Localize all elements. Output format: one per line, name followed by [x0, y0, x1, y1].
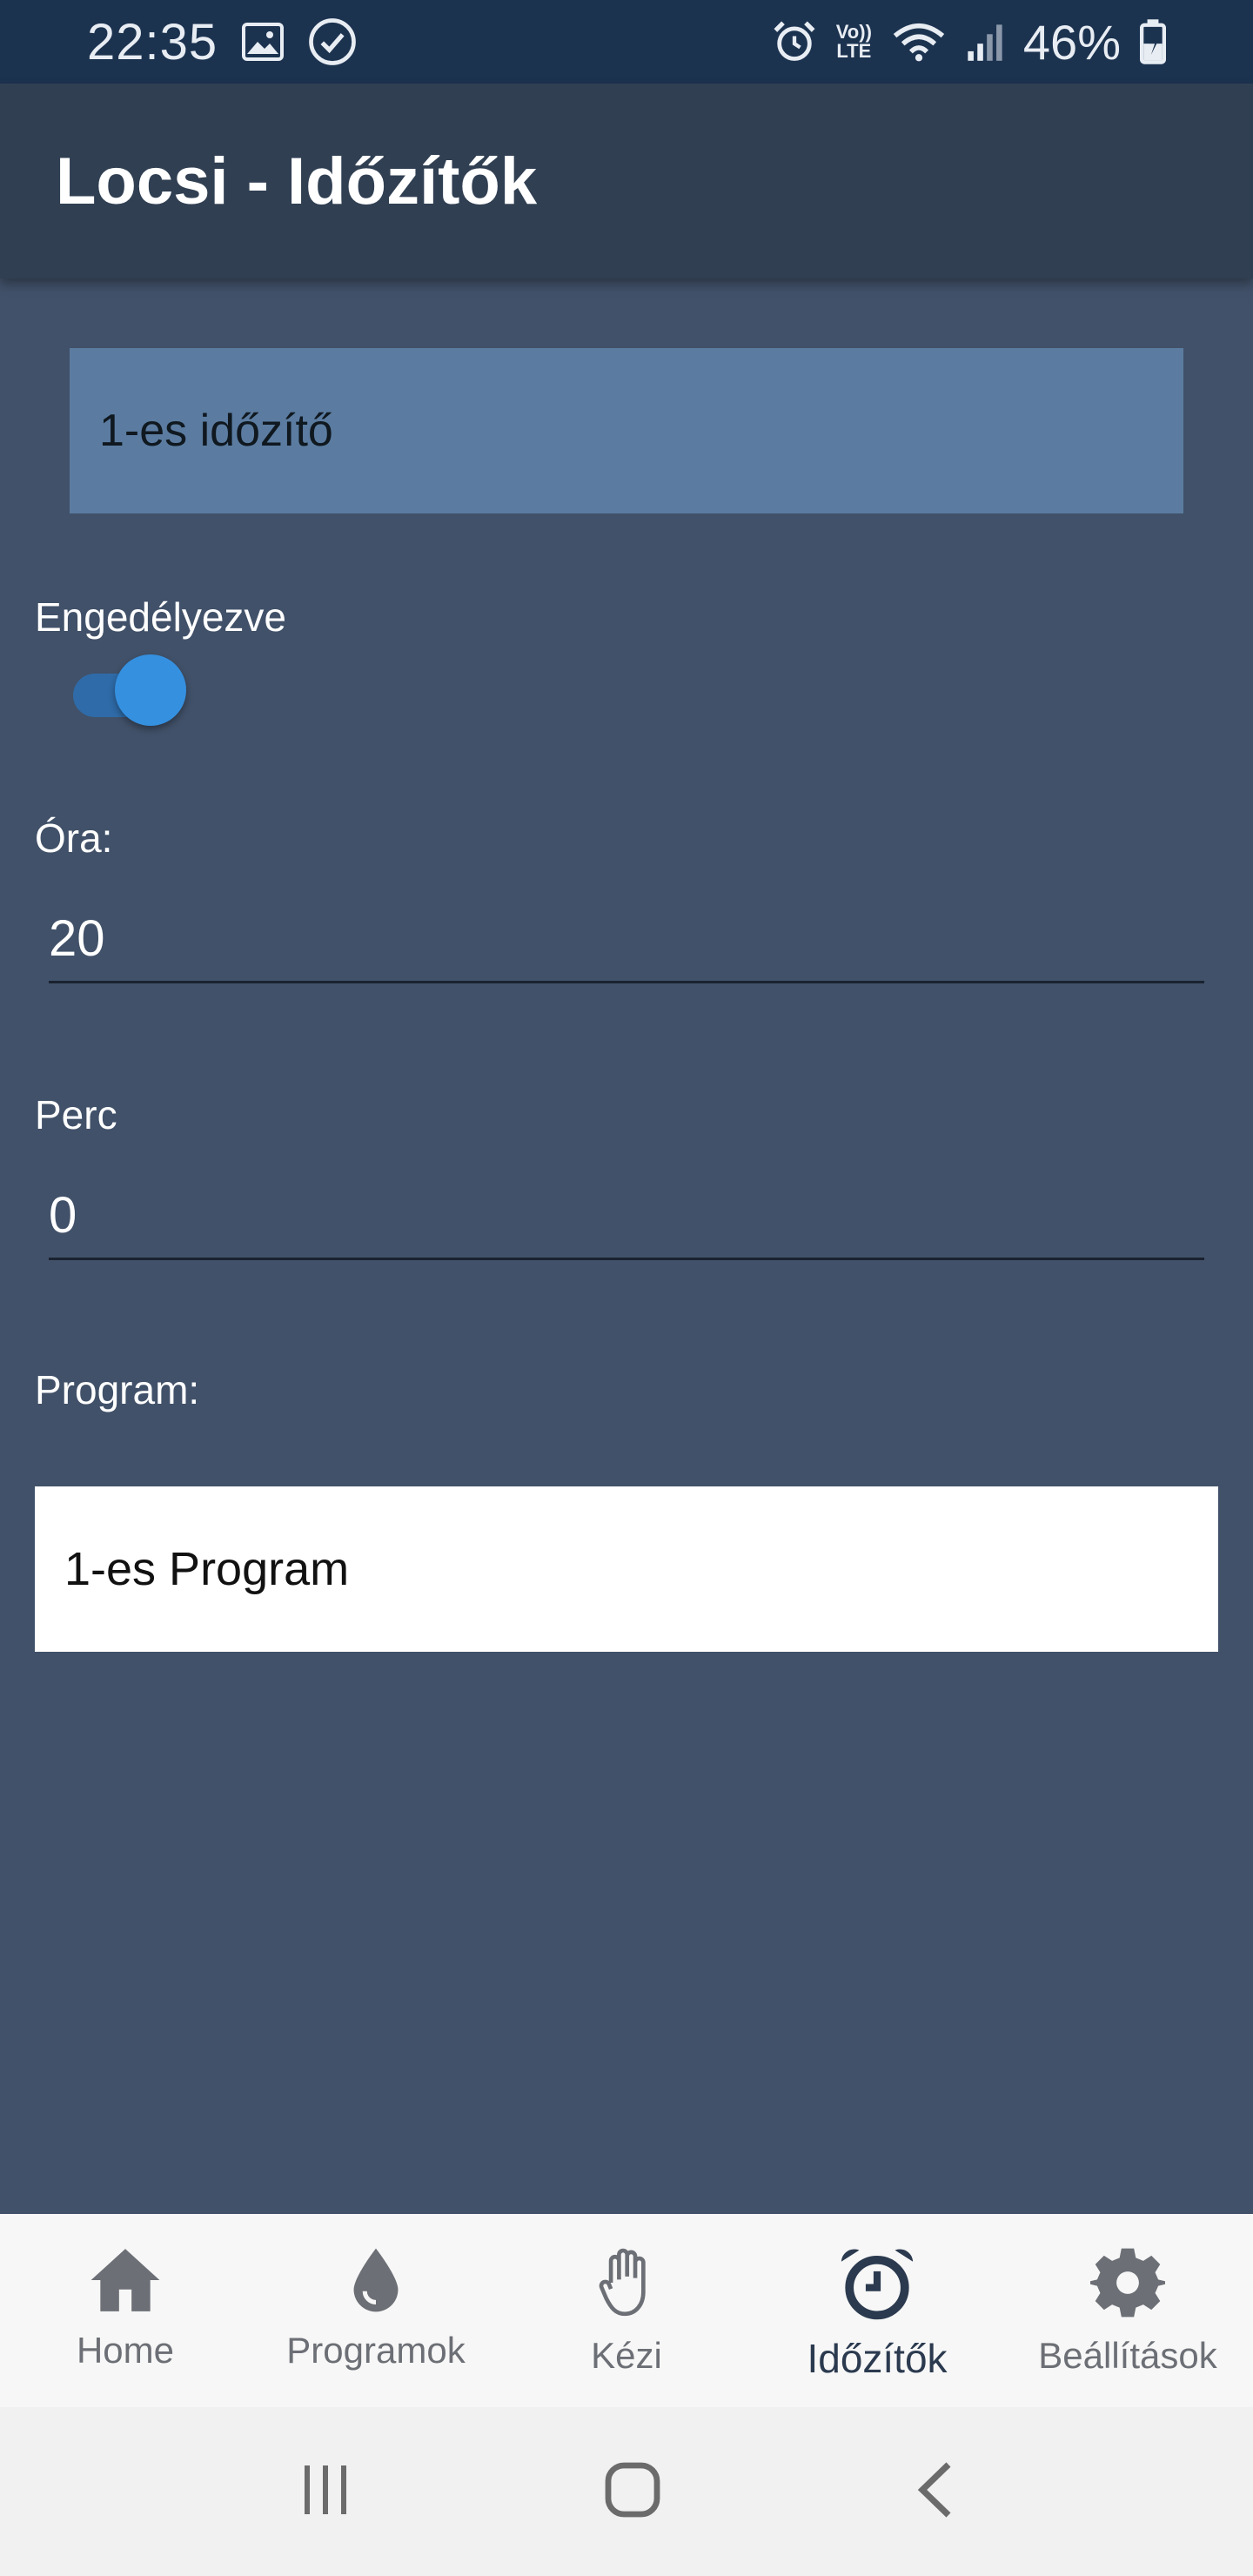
status-left: 22:35 [87, 13, 357, 71]
program-select-value: 1-es Program [64, 1543, 350, 1595]
drop-icon [345, 2245, 406, 2319]
program-select-dropdown[interactable]: 1-es Program [35, 1486, 1218, 1652]
back-icon[interactable] [914, 2459, 954, 2525]
nav-item-home[interactable]: Home [0, 2214, 251, 2407]
hand-icon [594, 2245, 659, 2324]
alarm-clock-icon [838, 2245, 916, 2324]
timer-select-value: 1-es időzítő [99, 406, 333, 456]
status-right: Vo)) LTE 46% [772, 14, 1166, 70]
status-bar: 22:35 Vo)) LTE 46% [0, 0, 1253, 84]
timer-select-dropdown[interactable]: 1-es időzítő [70, 348, 1183, 513]
nav-item-beallitasok[interactable]: Beállítások [1002, 2214, 1253, 2407]
nav-label-idozitok: Időzítők [807, 2336, 948, 2381]
nav-label-programok: Programok [286, 2330, 466, 2371]
battery-percent: 46% [1022, 14, 1121, 70]
program-label: Program: [35, 1367, 200, 1412]
bottom-navigation: Home Programok Kézi Időzítők Beállítások [0, 2214, 1253, 2407]
gear-icon [1090, 2245, 1165, 2324]
home-button-icon[interactable] [603, 2460, 662, 2524]
enabled-toggle[interactable] [73, 654, 186, 726]
volte-indicator: Vo)) LTE [836, 23, 872, 61]
nav-item-idozitok[interactable]: Időzítők [752, 2214, 1002, 2407]
wifi-icon [891, 19, 947, 64]
enabled-label: Engedélyezve [35, 594, 286, 640]
signal-icon [966, 21, 1004, 63]
volte-top: Vo)) [835, 21, 872, 43]
toggle-thumb [115, 654, 186, 726]
battery-icon [1140, 19, 1166, 64]
minute-label: Perc [35, 1092, 117, 1137]
nav-label-home: Home [76, 2330, 175, 2371]
check-circle-icon [308, 17, 357, 66]
alarm-icon [772, 19, 817, 64]
minute-input[interactable]: 0 [49, 1173, 1204, 1260]
nav-item-kezi[interactable]: Kézi [501, 2214, 752, 2407]
recent-apps-icon[interactable] [299, 2462, 352, 2522]
home-icon [88, 2245, 163, 2319]
system-navigation-bar [0, 2407, 1253, 2576]
hour-label: Óra: [35, 815, 113, 861]
hour-input[interactable]: 20 [49, 896, 1204, 983]
nav-label-kezi: Kézi [591, 2335, 662, 2376]
image-icon [242, 23, 285, 61]
hour-input-value: 20 [49, 910, 105, 967]
nav-item-programok[interactable]: Programok [251, 2214, 501, 2407]
status-time: 22:35 [87, 13, 218, 70]
app-bar: Locsi - Időzítők [0, 84, 1253, 278]
nav-label-beallitasok: Beállítások [1038, 2335, 1217, 2376]
minute-input-value: 0 [49, 1187, 77, 1244]
page-title: Locsi - Időzítők [56, 144, 538, 218]
volte-bottom: LTE [836, 40, 872, 62]
